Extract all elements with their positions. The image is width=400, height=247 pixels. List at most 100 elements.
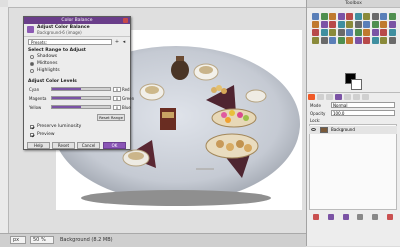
color-balance-dialog: Color Balance Adjust Color Balance Backg… [23, 16, 135, 150]
align-icon[interactable] [329, 21, 336, 28]
paintbrush-icon[interactable] [346, 29, 353, 36]
slider-label-blue: Blue [122, 105, 131, 110]
close-icon[interactable] [123, 18, 128, 23]
paths-tab-icon[interactable] [326, 94, 333, 100]
zoom-icon[interactable] [388, 13, 396, 20]
dodge-burn-icon[interactable] [337, 37, 345, 44]
presets-label: Presets: [31, 40, 47, 45]
dialog-titlebar[interactable]: Color Balance [24, 17, 130, 24]
duplicate-layer-icon[interactable] [357, 214, 364, 220]
foreground-select-icon[interactable] [363, 13, 370, 20]
reset-button[interactable]: Reset [52, 142, 75, 149]
lower-layer-icon[interactable] [342, 214, 349, 220]
blur-icon[interactable] [320, 37, 328, 44]
shear-icon[interactable] [363, 21, 370, 28]
delete-layer-icon[interactable] [386, 214, 393, 220]
color-picker-icon[interactable] [380, 13, 387, 20]
radio-midtones[interactable] [30, 62, 34, 66]
warp-icon[interactable] [346, 37, 353, 44]
layer-name: Background [331, 127, 355, 132]
cage-icon[interactable] [388, 21, 396, 28]
clone-icon[interactable] [380, 29, 387, 36]
horizontal-ruler[interactable] [8, 0, 306, 8]
smudge-icon[interactable] [329, 37, 336, 44]
eye-icon[interactable] [311, 128, 316, 131]
blend-icon[interactable] [329, 29, 336, 36]
paths-icon[interactable] [371, 13, 379, 20]
layer-buttons [309, 214, 397, 222]
perspective-clone-icon[interactable] [312, 37, 319, 44]
slider-label-green: Green [122, 96, 135, 101]
patterns-tab-icon[interactable] [353, 94, 360, 100]
layer-thumbnail [320, 127, 328, 133]
move-icon[interactable] [320, 21, 328, 28]
radio-label-midtones: Midtones [37, 61, 58, 66]
layers-list[interactable] [309, 124, 397, 210]
unified-transform-icon[interactable] [354, 37, 362, 44]
preview-checkbox[interactable] [30, 133, 34, 137]
ink-icon[interactable] [371, 29, 379, 36]
radio-highlights[interactable] [30, 69, 34, 73]
color-select-icon[interactable] [346, 13, 353, 20]
sample-icon[interactable] [380, 37, 387, 44]
add-preset-icon[interactable]: + [114, 39, 120, 45]
bucket-fill-icon[interactable] [320, 29, 328, 36]
new-layer-icon[interactable] [313, 214, 320, 220]
dock-tabs [307, 92, 400, 102]
airbrush-icon[interactable] [363, 29, 370, 36]
slider-label-red: Red [122, 87, 130, 92]
undo-tab-icon[interactable] [335, 94, 342, 100]
eraser-icon[interactable] [354, 29, 362, 36]
gradient-icon[interactable] [388, 37, 396, 44]
cyan-red-value[interactable]: 0 [113, 87, 121, 92]
zoom-selector[interactable]: 50 % [30, 236, 54, 244]
radio-shadows[interactable] [30, 55, 34, 59]
perspective-icon[interactable] [371, 21, 379, 28]
layer-row[interactable]: Background [309, 126, 397, 134]
presets-combo[interactable]: Presets: [28, 39, 112, 45]
rect-select-icon[interactable] [312, 13, 319, 20]
presets-row: Presets: + ◂ [24, 37, 130, 47]
channels-tab-icon[interactable] [317, 94, 324, 100]
scissors-icon[interactable] [354, 13, 362, 20]
unit-selector[interactable]: px [10, 236, 26, 244]
crop-icon[interactable] [337, 21, 345, 28]
layers-tab-icon[interactable] [308, 94, 315, 100]
text-icon[interactable] [312, 29, 319, 36]
ok-button[interactable]: OK [103, 142, 126, 149]
ellipse-select-icon[interactable] [320, 13, 328, 20]
mypaint-brush-icon[interactable] [371, 37, 379, 44]
cancel-button[interactable]: Cancel [77, 142, 100, 149]
preserve-luminosity-checkbox[interactable] [30, 125, 34, 129]
mode-select[interactable]: Normal [331, 102, 395, 108]
pencil-icon[interactable] [337, 29, 345, 36]
background-color-swatch[interactable] [351, 79, 362, 90]
magenta-green-value[interactable]: 0 [113, 96, 121, 101]
select-range-heading: Select Range to Adjust [28, 48, 86, 53]
help-button[interactable]: Help [27, 142, 50, 149]
preset-menu-icon[interactable]: ◂ [121, 39, 127, 45]
mode-label: Mode [310, 103, 321, 108]
opacity-field[interactable]: 100.0 [331, 110, 395, 116]
gradients-tab-icon[interactable] [362, 94, 369, 100]
brushes-tab-icon[interactable] [344, 94, 351, 100]
cyan-red-slider[interactable] [51, 87, 111, 91]
rotate-icon[interactable] [346, 21, 353, 28]
yellow-blue-slider[interactable] [51, 105, 111, 109]
measure-icon[interactable] [312, 21, 319, 28]
heal-icon[interactable] [388, 29, 396, 36]
reset-range-button[interactable]: Reset Range [97, 114, 125, 121]
scale-icon[interactable] [354, 21, 362, 28]
handle-transform-icon[interactable] [363, 37, 370, 44]
free-select-icon[interactable] [329, 13, 336, 20]
opacity-label: Opacity [310, 111, 326, 116]
flip-icon[interactable] [380, 21, 387, 28]
vertical-ruler[interactable] [0, 7, 9, 233]
raise-layer-icon[interactable] [327, 214, 334, 220]
fuzzy-select-icon[interactable] [337, 13, 345, 20]
magenta-green-slider[interactable] [51, 96, 111, 100]
lock-label: Lock: [310, 118, 321, 123]
yellow-blue-value[interactable]: 0 [113, 105, 121, 110]
anchor-layer-icon[interactable] [371, 214, 378, 220]
slider-label-cyan: Cyan [29, 87, 40, 92]
